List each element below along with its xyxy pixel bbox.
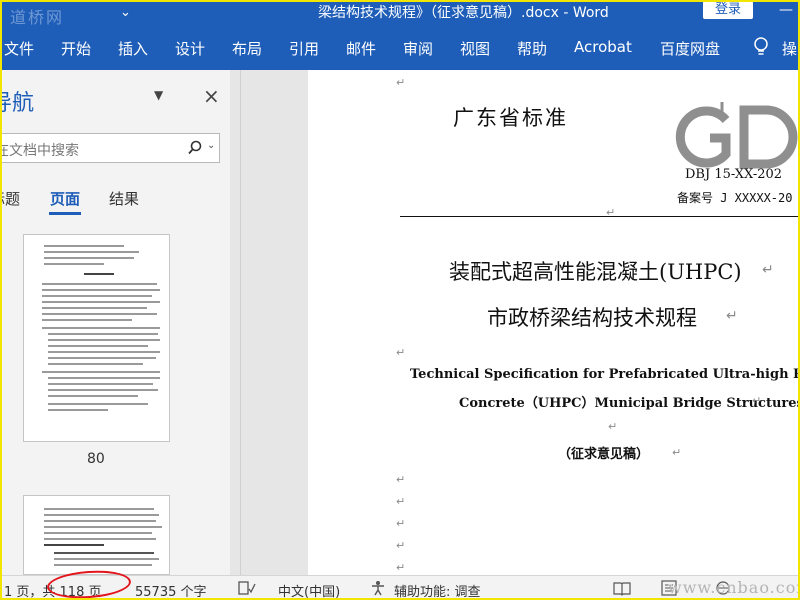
paragraph-mark: ↵ [396,473,406,486]
nav-pane-title: 导航 [0,91,35,116]
active-tab-indicator [49,212,81,215]
tab-results[interactable]: 结果 [109,188,139,209]
search-icon[interactable] [187,140,203,156]
paragraph-mark: ↵ [396,561,406,574]
tab-view[interactable]: 视图 [460,38,490,59]
tab-acrobat[interactable]: Acrobat [574,38,632,56]
tab-design[interactable]: 设计 [175,38,205,59]
tab-mailings[interactable]: 邮件 [346,38,376,59]
svg-text:GD: GD [714,161,716,163]
paragraph-mark: ↵ [606,206,616,219]
province-standard-heading: 广东省标准 [453,106,568,130]
paragraph-mark: ↵ [396,517,406,530]
standard-number: DBJ 15-XX-202 [685,167,783,182]
record-number: 备案号 J XXXXX-20 [677,191,793,205]
navigation-pane: 导航 ▼ × 在文档中搜索 ⌄ 标题 页面 结果 [0,70,230,575]
tab-tell-me[interactable]: 操 [782,38,797,59]
read-mode-icon[interactable] [613,580,631,596]
page-thumbnail[interactable] [23,495,170,575]
gd-standard-logo: GD [675,102,798,169]
word-count-status[interactable]: 55735 个字 [135,581,207,600]
login-button[interactable]: 登录 [703,1,753,19]
watermark-logo: 道桥网 [10,8,65,27]
tab-layout[interactable]: 布局 [232,38,262,59]
tab-baidu-netdisk[interactable]: 百度网盘 [660,38,720,59]
paragraph-mark: ↵ [762,262,774,278]
nav-search-box[interactable]: 在文档中搜索 ⌄ [0,133,220,163]
page-thumbnail-number: 80 [87,451,105,467]
title-bar: 道桥网 ⌄ 梁结构技术规程》（征求意见稿）.docx - Word 登录 — [0,0,800,27]
close-icon[interactable]: × [203,84,220,108]
nav-options-dropdown-icon[interactable]: ▼ [154,88,163,102]
window-title: 梁结构技术规程》（征求意见稿）.docx - Word [318,5,609,21]
draft-label: （征求意见稿） [558,447,650,462]
document-title-en-line1: Technical Specification for Prefabricate… [410,367,800,382]
paragraph-mark: ↵ [752,394,762,407]
accessibility-icon[interactable] [370,580,388,596]
document-title-cn-line1: 装配式超高性能混凝土(UHPC) [449,260,742,284]
document-page[interactable]: ↵ 广东省标准 GD DBJ 15-XX-202 备案号 J XXXXX-20 … [308,70,800,575]
search-options-icon[interactable]: ⌄ [207,140,215,151]
ribbon-tabs: 文件 开始 插入 设计 布局 引用 邮件 审阅 视图 帮助 Acrobat 百度… [0,26,800,70]
document-title-cn-line2: 市政桥梁结构技术规程 [487,306,697,330]
lightbulb-icon[interactable] [752,36,770,58]
pane-divider[interactable] [240,70,241,575]
paragraph-mark: ↵ [396,76,406,89]
watermark-text: www.cnbao.com [668,578,800,597]
pane-background [230,70,308,575]
paragraph-mark: ↵ [726,308,738,324]
page-thumbnail[interactable] [23,234,170,442]
paragraph-mark: ↵ [396,539,406,552]
paragraph-mark: ↵ [396,495,406,508]
paragraph-mark: ↵ [608,420,618,433]
paragraph-mark: ↵ [396,346,406,359]
header-rule [400,216,800,217]
tab-insert[interactable]: 插入 [118,38,148,59]
tab-home[interactable]: 开始 [61,38,91,59]
tab-pages[interactable]: 页面 [50,188,80,209]
tab-review[interactable]: 审阅 [403,38,433,59]
tab-references[interactable]: 引用 [289,38,319,59]
minimize-button[interactable]: — [779,2,793,18]
paragraph-mark: ↵ [672,446,682,459]
accessibility-status[interactable]: 辅助功能: 调查 [394,581,481,600]
search-input[interactable]: 在文档中搜索 [0,140,79,160]
tab-file[interactable]: 文件 [4,38,34,59]
language-status[interactable]: 中文(中国) [278,581,340,600]
document-title-en-line2: Concrete（UHPC）Municipal Bridge Structure… [459,396,800,411]
tab-headings[interactable]: 标题 [0,188,20,209]
quick-access-caret-icon[interactable]: ⌄ [120,5,131,20]
proofing-icon[interactable] [238,580,256,596]
tab-help[interactable]: 帮助 [517,38,547,59]
